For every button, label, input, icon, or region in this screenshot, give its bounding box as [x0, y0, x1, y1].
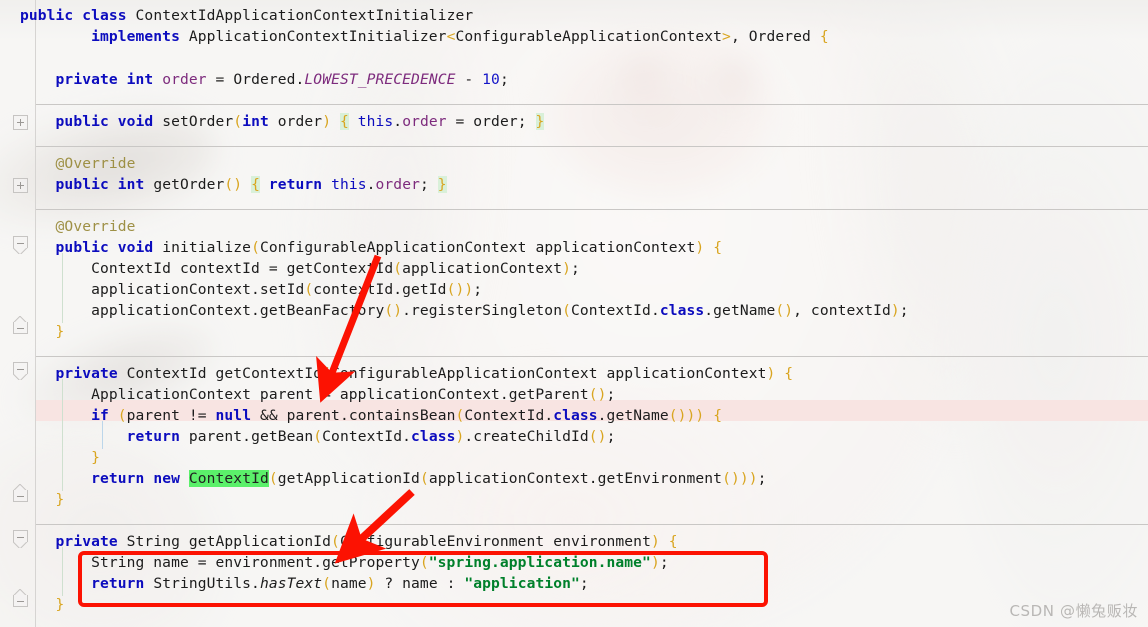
- code-line[interactable]: private String getApplicationId(Configur…: [0, 532, 1148, 553]
- code-line[interactable]: applicationContext.setId(contextId.getId…: [0, 280, 1148, 301]
- code-line[interactable]: }: [0, 448, 1148, 469]
- code-line[interactable]: public class ContextIdApplicationContext…: [0, 6, 1148, 27]
- red-highlight-box: [78, 551, 768, 607]
- code-line[interactable]: @Override: [0, 217, 1148, 238]
- code-content[interactable]: public class ContextIdApplicationContext…: [0, 0, 1148, 627]
- code-line[interactable]: @Override: [0, 154, 1148, 175]
- code-line[interactable]: }: [0, 322, 1148, 343]
- code-line[interactable]: if (parent != null && parent.containsBea…: [0, 406, 1148, 427]
- editor-surface[interactable]: public class ContextIdApplicationContext…: [0, 0, 1148, 627]
- code-line[interactable]: ApplicationContext parent = applicationC…: [0, 385, 1148, 406]
- csdn-watermark: CSDN @懒兔贩妆: [1009, 602, 1138, 620]
- code-line[interactable]: public void setOrder(int order) { this.o…: [0, 112, 1148, 133]
- code-line[interactable]: }: [0, 490, 1148, 511]
- code-editor-screenshot: public class ContextIdApplicationContext…: [0, 0, 1148, 627]
- code-line[interactable]: ContextId contextId = getContextId(appli…: [0, 259, 1148, 280]
- code-line[interactable]: private int order = Ordered.LOWEST_PRECE…: [0, 70, 1148, 91]
- code-line[interactable]: public void initialize(ConfigurableAppli…: [0, 238, 1148, 259]
- code-line[interactable]: return new ContextId(getApplicationId(ap…: [0, 469, 1148, 490]
- code-line[interactable]: public int getOrder() { return this.orde…: [0, 175, 1148, 196]
- code-line[interactable]: implements ApplicationContextInitializer…: [0, 27, 1148, 48]
- code-line[interactable]: applicationContext.getBeanFactory().regi…: [0, 301, 1148, 322]
- code-line[interactable]: return parent.getBean(ContextId.class).c…: [0, 427, 1148, 448]
- code-line[interactable]: private ContextId getContextId(Configura…: [0, 364, 1148, 385]
